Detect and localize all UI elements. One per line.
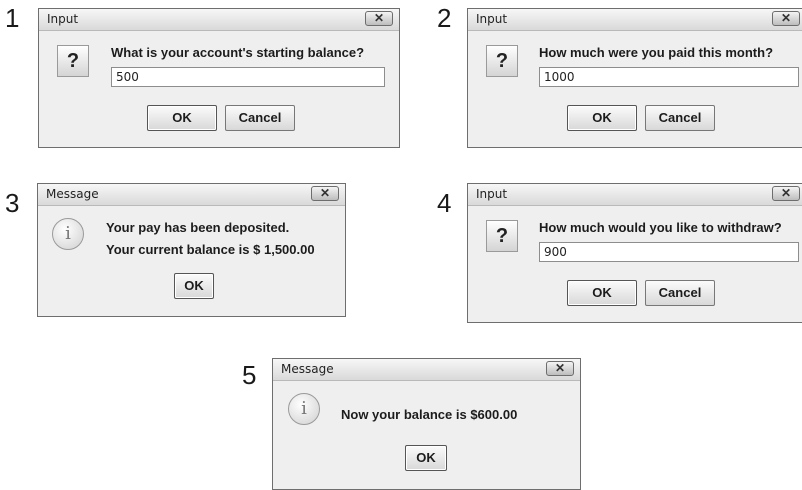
dialog-message: How much were you paid this month?	[539, 45, 774, 60]
title-bar[interactable]: Message ✕	[273, 359, 580, 381]
dialog-title: Input	[47, 12, 79, 26]
step-number-1: 1	[5, 3, 20, 33]
close-button[interactable]: ✕	[772, 11, 800, 26]
step-number-4: 4	[437, 188, 452, 218]
step-number-5: 5	[242, 360, 257, 390]
withdraw-input[interactable]: 900	[539, 242, 799, 262]
close-button[interactable]: ✕	[311, 186, 339, 201]
title-bar[interactable]: Input ✕	[468, 184, 802, 206]
close-icon: ✕	[780, 11, 792, 25]
dialog-title: Message	[281, 362, 334, 376]
cancel-button[interactable]: Cancel	[225, 105, 295, 131]
dialog-message: Now your balance is $600.00	[341, 407, 518, 422]
pay-input[interactable]: 1000	[539, 67, 799, 87]
balance-input[interactable]: 500	[111, 67, 385, 87]
close-icon: ✕	[780, 186, 792, 200]
input-dialog-monthly-pay: Input ✕ ? How much were you paid this mo…	[467, 8, 802, 148]
question-icon: ?	[486, 45, 518, 77]
dialog-message: How much would you like to withdraw?	[539, 220, 782, 235]
ok-button[interactable]: OK	[174, 273, 214, 299]
dialog-message-line-2: Your current balance is $ 1,500.00	[106, 242, 315, 257]
dialog-message: What is your account's starting balance?	[111, 45, 365, 60]
step-number-3: 3	[5, 188, 20, 218]
close-button[interactable]: ✕	[546, 361, 574, 376]
dialog-title: Input	[476, 12, 508, 26]
ok-button[interactable]: OK	[147, 105, 217, 131]
message-dialog-deposit: Message ✕ i Your pay has been deposited.…	[37, 183, 346, 317]
close-icon: ✕	[554, 361, 566, 375]
title-bar[interactable]: Message ✕	[38, 184, 345, 206]
close-icon: ✕	[319, 186, 331, 200]
message-dialog-balance: Message ✕ i Now your balance is $600.00 …	[272, 358, 581, 490]
dialog-title: Input	[476, 187, 508, 201]
title-bar[interactable]: Input ✕	[468, 9, 802, 31]
close-button[interactable]: ✕	[772, 186, 800, 201]
close-icon: ✕	[373, 11, 385, 25]
question-icon: ?	[57, 45, 89, 77]
cancel-button[interactable]: Cancel	[645, 280, 715, 306]
ok-button[interactable]: OK	[405, 445, 447, 471]
input-dialog-withdraw: Input ✕ ? How much would you like to wit…	[467, 183, 802, 323]
dialog-message-line-1: Your pay has been deposited.	[106, 220, 290, 235]
ok-button[interactable]: OK	[567, 280, 637, 306]
info-icon: i	[288, 393, 320, 425]
info-icon: i	[52, 218, 84, 250]
dialog-title: Message	[46, 187, 99, 201]
title-bar[interactable]: Input ✕	[39, 9, 399, 31]
cancel-button[interactable]: Cancel	[645, 105, 715, 131]
close-button[interactable]: ✕	[365, 11, 393, 26]
step-number-2: 2	[437, 3, 452, 33]
question-icon: ?	[486, 220, 518, 252]
ok-button[interactable]: OK	[567, 105, 637, 131]
input-dialog-starting-balance: Input ✕ ? What is your account's startin…	[38, 8, 400, 148]
